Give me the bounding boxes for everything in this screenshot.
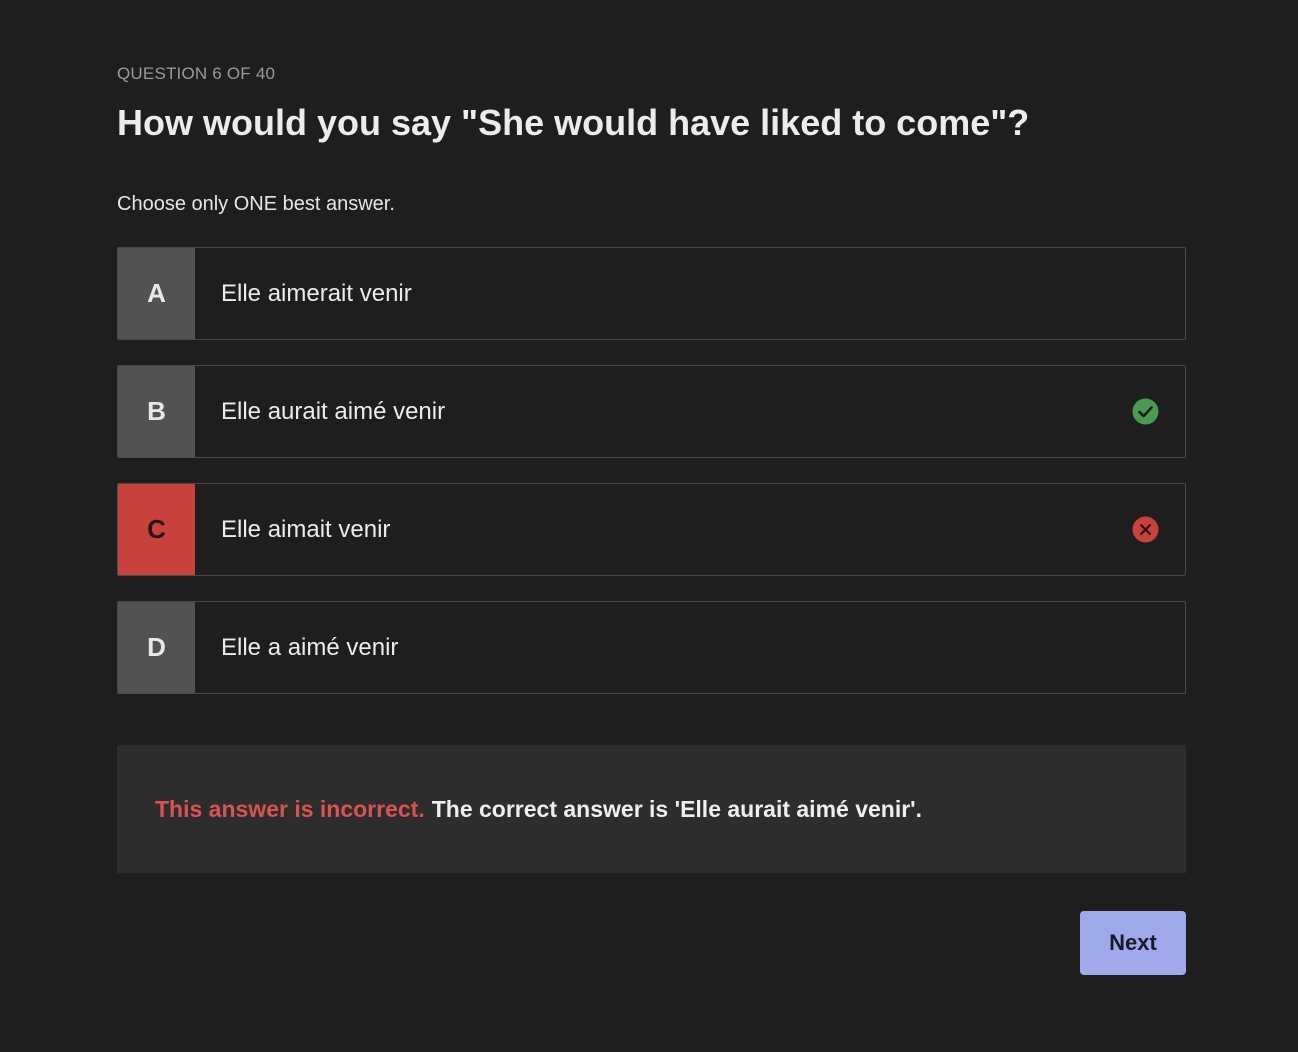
question-counter: QUESTION 6 OF 40	[117, 64, 276, 83]
option-letter: D	[118, 602, 195, 693]
check-circle-icon	[1105, 366, 1185, 457]
option-text: Elle aimait venir	[221, 515, 391, 543]
option-letter: C	[118, 484, 195, 575]
option-c[interactable]: C Elle aimait venir	[117, 483, 1186, 576]
option-text: Elle aurait aimé venir	[221, 397, 446, 425]
option-b[interactable]: B Elle aurait aimé venir	[117, 365, 1186, 458]
next-button[interactable]: Next	[1080, 911, 1186, 975]
feedback-status: This answer is incorrect.	[155, 795, 425, 822]
option-a[interactable]: A Elle aimerait venir	[117, 247, 1186, 340]
option-text: Elle a aimé venir	[221, 633, 399, 661]
answer-options: A Elle aimerait venir B Elle aurait aimé…	[117, 247, 1186, 719]
feedback-panel: This answer is incorrect. The correct an…	[117, 745, 1186, 873]
quiz-page: QUESTION 6 OF 40 How would you say "She …	[0, 0, 1298, 1052]
option-d[interactable]: D Elle a aimé venir	[117, 601, 1186, 694]
question-title: How would you say "She would have liked …	[117, 102, 1030, 143]
option-letter: B	[118, 366, 195, 457]
x-circle-icon	[1105, 484, 1185, 575]
feedback-detail: The correct answer is 'Elle aurait aimé …	[431, 795, 923, 822]
option-text: Elle aimerait venir	[221, 279, 412, 307]
answer-instruction: Choose only ONE best answer.	[117, 193, 395, 215]
option-letter: A	[118, 248, 195, 339]
